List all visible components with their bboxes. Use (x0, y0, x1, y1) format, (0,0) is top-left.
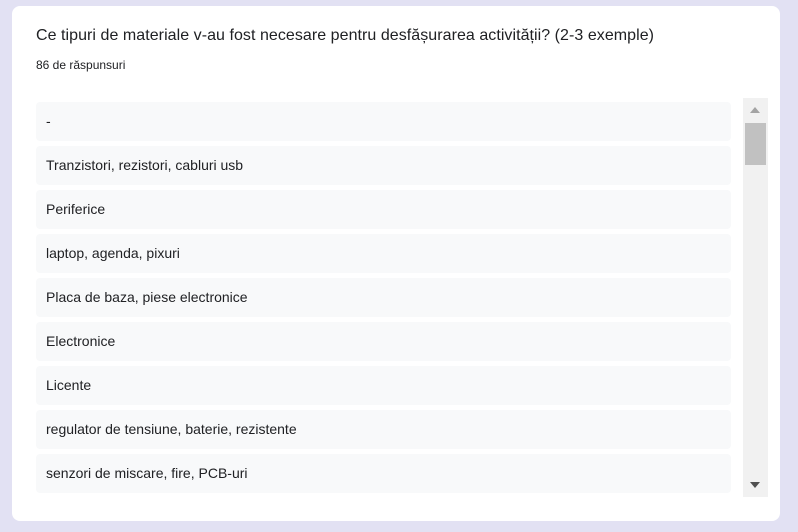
response-item: regulator de tensiune, baterie, rezisten… (36, 410, 731, 449)
question-title: Ce tipuri de materiale v-au fost necesar… (36, 27, 655, 44)
question-card: Ce tipuri de materiale v-au fost necesar… (12, 6, 780, 521)
response-item: senzori de miscare, fire, PCB-uri (36, 454, 731, 493)
response-item: laptop, agenda, pixuri (36, 234, 731, 273)
response-item: Licente (36, 366, 731, 405)
response-item: - (36, 102, 731, 141)
response-item: Electronice (36, 322, 731, 361)
response-item: Periferice (36, 190, 731, 229)
scroll-down-icon[interactable] (750, 482, 760, 488)
scroll-up-icon[interactable] (750, 107, 760, 113)
vertical-scrollbar[interactable] (743, 98, 768, 497)
scroll-thumb[interactable] (745, 123, 766, 165)
response-item: Tranzistori, rezistori, cabluri usb (36, 146, 731, 185)
response-item: Placa de baza, piese electronice (36, 278, 731, 317)
response-count: 86 de răspunsuri (36, 58, 126, 72)
responses-list[interactable]: - Tranzistori, rezistori, cabluri usb Pe… (36, 102, 731, 494)
